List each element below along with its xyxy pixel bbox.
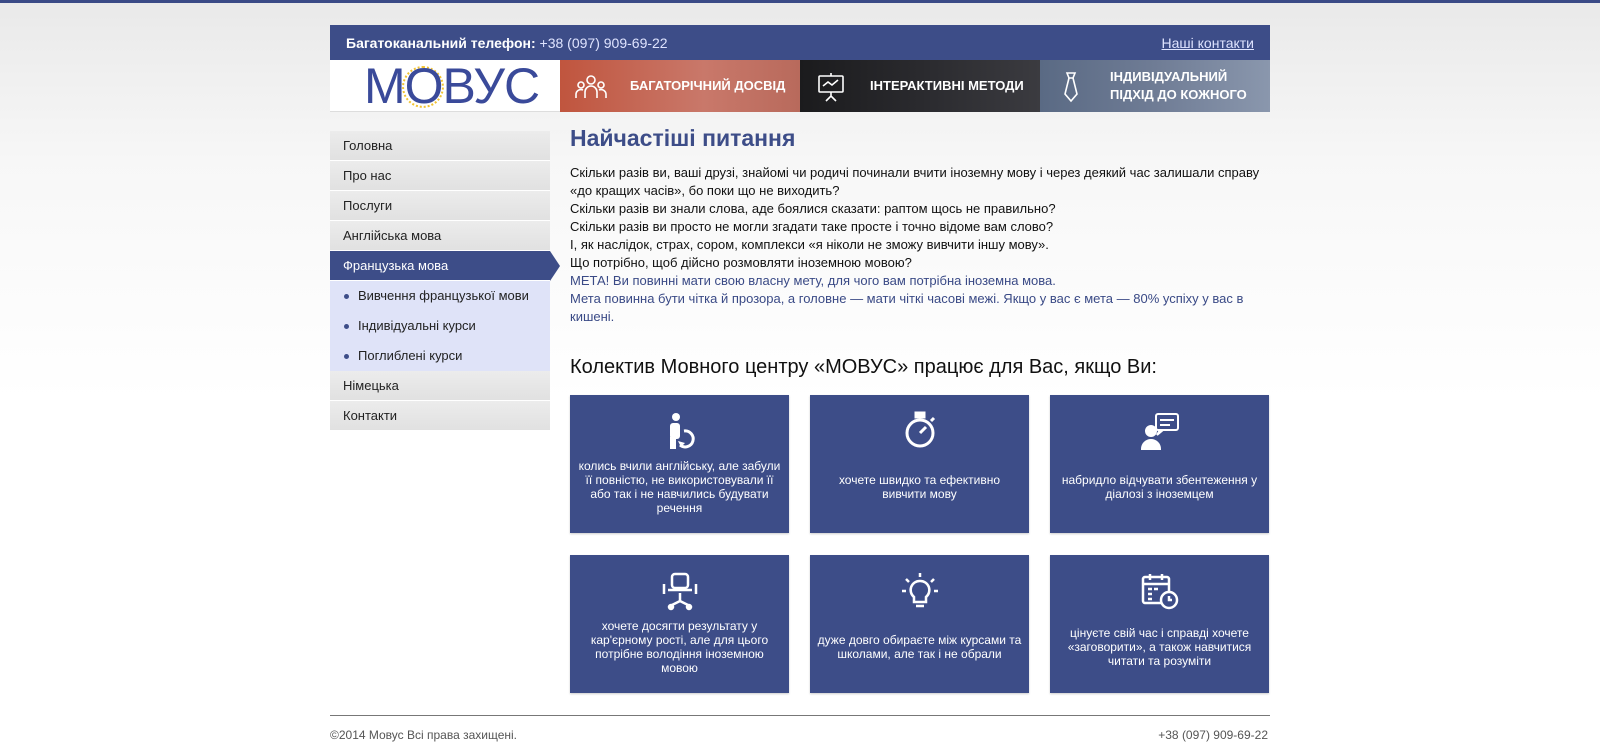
copyright-text: ©2014 Мовус Всі права захищені. bbox=[330, 728, 518, 742]
banner: МОВУС БАГАТОРІЧНИЙ ДОСВІД ІНТЕРАКТИВНІ М… bbox=[330, 60, 1270, 112]
bullet-icon bbox=[344, 294, 349, 299]
sidebar-item-french[interactable]: Французька мова bbox=[330, 251, 560, 281]
sidebar-item-services[interactable]: Послуги bbox=[330, 191, 550, 221]
feature-individual: ІНДИВІДУАЛЬНИЙ ПІДХІД ДО КОЖНОГО bbox=[1040, 60, 1270, 112]
person-refresh-icon bbox=[660, 411, 700, 451]
sidebar-item-contacts[interactable]: Контакти bbox=[330, 401, 550, 431]
feature-label: ІНДИВІДУАЛЬНИЙ ПІДХІД ДО КОЖНОГО bbox=[1110, 60, 1247, 112]
benefit-card: набридло відчувати збентеження у діалозі… bbox=[1050, 395, 1269, 533]
tie-icon bbox=[1054, 70, 1088, 104]
feature-label: ІНТЕРАКТИВНІ МЕТОДИ bbox=[870, 78, 1024, 93]
people-icon bbox=[574, 70, 608, 104]
calendar-clock-icon bbox=[1140, 571, 1180, 611]
benefit-text: цінуєте свій час і справді хочете «загов… bbox=[1067, 626, 1252, 668]
contacts-link[interactable]: Наші контакти bbox=[1162, 35, 1254, 51]
intro-line: Скільки разів ви, ваші друзі, знайомі чи… bbox=[570, 165, 1260, 198]
goal-line: Мета повинна бути чітка й прозора, а гол… bbox=[570, 291, 1244, 324]
goal-line: МЕТА! Ви повинні мати свою власну мету, … bbox=[570, 273, 1056, 288]
presentation-icon bbox=[814, 70, 848, 104]
feature-experience: БАГАТОРІЧНИЙ ДОСВІД bbox=[560, 60, 800, 112]
intro-line: Скільки разів ви знали слова, аде боялис… bbox=[570, 201, 1056, 216]
bullet-icon bbox=[344, 354, 349, 359]
logo[interactable]: МОВУС bbox=[330, 60, 560, 112]
feature-interactive: ІНТЕРАКТИВНІ МЕТОДИ bbox=[800, 60, 1040, 112]
sidebar-item-about[interactable]: Про нас bbox=[330, 161, 550, 191]
intro-line: Скільки разів ви просто не могли згадати… bbox=[570, 219, 1054, 234]
benefit-card: хочете швидко та ефективно вивчити мову bbox=[810, 395, 1029, 533]
phone-label: Багатоканальний телефон: bbox=[346, 35, 536, 51]
intro-line: І, як наслідок, страх, сором, комплекси … bbox=[570, 237, 1049, 252]
main-content: Найчастіші питання Скільки разів ви, ваш… bbox=[570, 125, 1270, 693]
feature-label: БАГАТОРІЧНИЙ ДОСВІД bbox=[630, 78, 786, 93]
dialog-icon bbox=[1140, 411, 1180, 451]
subitem-label: Поглиблені курси bbox=[358, 348, 463, 363]
feature-label-line2: ПІДХІД ДО КОЖНОГО bbox=[1110, 87, 1247, 102]
benefit-text: набридло відчувати збентеження у діалозі… bbox=[1061, 473, 1258, 501]
subitem-label: Вивчення французької мови bbox=[358, 288, 529, 303]
sidebar-nav: Головна Про нас Послуги Англійська мова … bbox=[330, 131, 560, 431]
benefit-text: хочете швидко та ефективно вивчити мову bbox=[838, 473, 1001, 501]
sidebar-subitem-individual[interactable]: Індивідуальні курси bbox=[330, 311, 550, 341]
phone-number[interactable]: +38 (097) 909-69-22 bbox=[540, 35, 668, 51]
sidebar-item-english[interactable]: Англійська мова bbox=[330, 221, 550, 251]
header-bar: Багатоканальний телефон: +38 (097) 909-6… bbox=[330, 25, 1270, 60]
sidebar-subitem-advanced[interactable]: Поглиблені курси bbox=[330, 341, 550, 371]
benefit-card: цінуєте свій час і справді хочете «загов… bbox=[1050, 555, 1269, 693]
benefit-text: дуже довго обираєте між курсами та школа… bbox=[817, 633, 1022, 661]
benefit-card: дуже довго обираєте між курсами та школа… bbox=[810, 555, 1029, 693]
section-subtitle: Колектив Мовного центру «МОВУС» працює д… bbox=[570, 356, 1157, 378]
phone-info: Багатоканальний телефон: +38 (097) 909-6… bbox=[346, 35, 668, 51]
intro-line: Що потрібно, щоб дійсно розмовляти інозе… bbox=[570, 255, 912, 270]
bullet-icon bbox=[344, 324, 349, 329]
intro-text: Скільки разів ви, ваші друзі, знайомі чи… bbox=[570, 164, 1270, 326]
benefit-card: хочете досягти результату у кар'єрному р… bbox=[570, 555, 789, 693]
benefit-text: колись вчили англійську, але забули її п… bbox=[578, 459, 781, 515]
footer-phone: +38 (097) 909-69-22 bbox=[1158, 728, 1268, 742]
sidebar-subitem-french-study[interactable]: Вивчення французької мови bbox=[330, 281, 550, 311]
lightbulb-icon bbox=[900, 571, 940, 611]
feature-label-line1: ІНДИВІДУАЛЬНИЙ bbox=[1110, 69, 1228, 84]
office-chair-icon bbox=[660, 571, 700, 611]
page-title: Найчастіші питання bbox=[570, 125, 796, 151]
sidebar-item-home[interactable]: Головна bbox=[330, 131, 550, 161]
benefit-card: колись вчили англійську, але забули її п… bbox=[570, 395, 789, 533]
footer: ©2014 Мовус Всі права захищені. +38 (097… bbox=[330, 715, 1270, 742]
subitem-label: Індивідуальні курси bbox=[358, 318, 476, 333]
sidebar-item-german[interactable]: Німецька bbox=[330, 371, 550, 401]
logo-text: МОВУС bbox=[364, 58, 540, 114]
benefit-text: хочете досягти результату у кар'єрному р… bbox=[590, 619, 769, 675]
top-accent-line bbox=[0, 0, 1600, 3]
stopwatch-icon bbox=[900, 411, 940, 451]
